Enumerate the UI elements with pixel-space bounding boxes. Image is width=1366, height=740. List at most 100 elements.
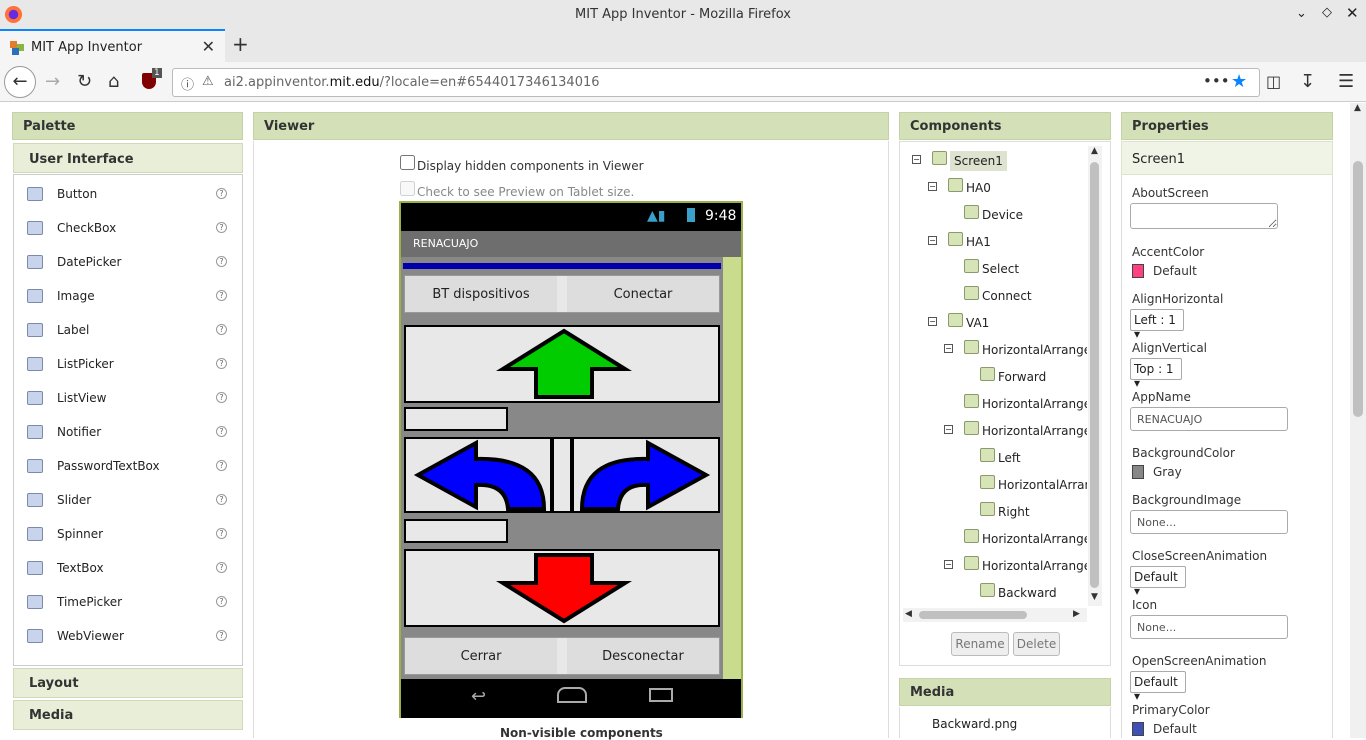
palette-item-notifier[interactable]: Notifier? xyxy=(14,415,242,449)
tree-node[interactable]: Backward xyxy=(903,581,1087,604)
palette-section-media[interactable]: Media xyxy=(13,700,243,730)
close-window-icon[interactable]: ✕ xyxy=(1346,4,1359,22)
help-icon[interactable]: ? xyxy=(216,358,227,369)
accent-color-value[interactable]: Default xyxy=(1153,264,1197,278)
hscroll-thumb[interactable] xyxy=(919,611,1027,619)
app-name-input[interactable]: RENACUAJO xyxy=(1130,407,1288,431)
minimize-icon[interactable]: ⌄ xyxy=(1296,6,1307,21)
help-icon[interactable]: ? xyxy=(216,596,227,607)
tree-node[interactable]: Right xyxy=(903,500,1087,526)
collapse-icon[interactable]: − xyxy=(928,236,937,245)
tree-node[interactable]: − HA1 xyxy=(903,230,1087,256)
scroll-left-icon[interactable]: ◀ xyxy=(905,609,912,619)
sidebar-icon[interactable]: ◫ xyxy=(1266,71,1281,93)
palette-item-timepicker[interactable]: TimePicker? xyxy=(14,585,242,619)
restore-icon[interactable]: ◇ xyxy=(1322,5,1332,20)
primary-color-value[interactable]: Default xyxy=(1153,722,1197,736)
scroll-down-icon[interactable]: ▼ xyxy=(1091,592,1098,602)
collapse-icon[interactable]: − xyxy=(928,182,937,191)
tree-node[interactable]: − Screen1 xyxy=(903,149,1087,175)
about-screen-textarea[interactable] xyxy=(1130,203,1278,229)
tree-node[interactable]: Left xyxy=(903,446,1087,472)
help-icon[interactable]: ? xyxy=(216,460,227,471)
tree-node[interactable]: − HorizontalArranger xyxy=(903,338,1087,364)
close-screen-animation-select[interactable]: Default ▾ xyxy=(1130,566,1186,598)
delete-button[interactable]: Delete xyxy=(1013,632,1060,656)
page-actions-icon[interactable]: ••• xyxy=(1203,72,1230,90)
display-hidden-checkbox[interactable] xyxy=(400,155,415,170)
bt-devices-button[interactable]: BT dispositivos Conectar xyxy=(404,275,720,313)
tree-node[interactable]: − HA0 xyxy=(903,176,1087,202)
downloads-icon[interactable]: ↧ xyxy=(1300,71,1315,93)
tree-node[interactable]: Forward xyxy=(903,365,1087,391)
collapse-icon[interactable]: − xyxy=(944,425,953,434)
page-scroll-thumb[interactable] xyxy=(1353,161,1363,417)
collapse-icon[interactable]: − xyxy=(944,560,953,569)
new-tab-icon[interactable]: + xyxy=(232,32,249,56)
info-icon[interactable]: ⓘ xyxy=(181,74,194,93)
palette-item-passwordtextbox[interactable]: PasswordTextBox? xyxy=(14,449,242,483)
accent-color-swatch[interactable] xyxy=(1132,264,1144,278)
background-image-picker[interactable]: None... xyxy=(1130,510,1288,534)
tab-app-inventor[interactable]: MIT App Inventor ✕ xyxy=(0,29,225,62)
left-image-button[interactable] xyxy=(404,437,552,513)
media-file[interactable]: Backward.png xyxy=(932,717,1017,731)
collapse-icon[interactable]: − xyxy=(928,317,937,326)
open-screen-animation-select[interactable]: Default ▾ xyxy=(1130,671,1186,703)
home-button[interactable]: ⌂ xyxy=(108,71,119,93)
tree-node[interactable]: HorizontalArranger xyxy=(903,527,1087,553)
palette-item-label[interactable]: Label? xyxy=(14,313,242,347)
palette-section-user-interface[interactable]: User Interface xyxy=(13,143,243,173)
tree-node[interactable]: − HorizontalArranger xyxy=(903,554,1087,580)
back-button[interactable]: ← xyxy=(4,66,36,98)
tree-vscroll[interactable]: ▲ ▼ xyxy=(1088,146,1102,606)
close-button[interactable]: Cerrar xyxy=(405,638,563,674)
help-icon[interactable]: ? xyxy=(216,528,227,539)
help-icon[interactable]: ? xyxy=(216,290,227,301)
tree-node[interactable]: Device xyxy=(903,203,1087,229)
page-scrollbar[interactable]: ▲ xyxy=(1350,103,1366,738)
palette-item-spinner[interactable]: Spinner? xyxy=(14,517,242,551)
disconnect-button[interactable]: Desconectar xyxy=(567,638,719,674)
palette-item-slider[interactable]: Slider? xyxy=(14,483,242,517)
page-scroll-up-icon[interactable]: ▲ xyxy=(1354,103,1361,113)
background-color-swatch[interactable] xyxy=(1132,465,1144,479)
help-icon[interactable]: ? xyxy=(216,222,227,233)
rename-button[interactable]: Rename xyxy=(951,632,1009,656)
tree-hscroll[interactable]: ◀ ▶ xyxy=(903,608,1087,622)
forward-button[interactable]: → xyxy=(45,71,60,93)
background-color-value[interactable]: Gray xyxy=(1153,465,1182,479)
palette-item-webviewer[interactable]: WebViewer? xyxy=(14,619,242,653)
collapse-icon[interactable]: − xyxy=(912,155,921,164)
palette-item-listpicker[interactable]: ListPicker? xyxy=(14,347,242,381)
align-vertical-select[interactable]: Top : 1 ▾ xyxy=(1130,358,1182,390)
tree-node[interactable]: Connect xyxy=(903,284,1087,310)
help-icon[interactable]: ? xyxy=(216,562,227,573)
menu-icon[interactable]: ☰ xyxy=(1338,71,1354,93)
collapse-icon[interactable]: − xyxy=(944,344,953,353)
palette-item-listview[interactable]: ListView? xyxy=(14,381,242,415)
help-icon[interactable]: ? xyxy=(216,256,227,267)
tree-node[interactable]: − HorizontalArranger xyxy=(903,419,1087,445)
tree-node[interactable]: HorizontalArranger xyxy=(903,392,1087,418)
tree-node[interactable]: Select xyxy=(903,257,1087,283)
help-icon[interactable]: ? xyxy=(216,188,227,199)
help-icon[interactable]: ? xyxy=(216,426,227,437)
icon-picker[interactable]: None... xyxy=(1130,615,1288,639)
vscroll-thumb[interactable] xyxy=(1090,162,1099,588)
url-bar[interactable]: ⓘ ⚠ ai2.appinventor.mit.edu/?locale=en#6… xyxy=(172,68,1260,97)
primary-color-swatch[interactable] xyxy=(1132,722,1144,736)
align-horizontal-select[interactable]: Left : 1 ▾ xyxy=(1130,309,1184,341)
help-icon[interactable]: ? xyxy=(216,630,227,641)
palette-item-datepicker[interactable]: DatePicker? xyxy=(14,245,242,279)
backward-image-button[interactable] xyxy=(404,549,720,627)
palette-item-image[interactable]: Image? xyxy=(14,279,242,313)
right-image-button[interactable] xyxy=(572,437,720,513)
tree-node[interactable]: HorizontalArran xyxy=(903,473,1087,499)
help-icon[interactable]: ? xyxy=(216,324,227,335)
close-tab-icon[interactable]: ✕ xyxy=(202,37,215,56)
scroll-right-icon[interactable]: ▶ xyxy=(1073,609,1080,619)
palette-section-layout[interactable]: Layout xyxy=(13,668,243,698)
scroll-up-icon[interactable]: ▲ xyxy=(1091,146,1098,156)
reload-button[interactable]: ↻ xyxy=(77,71,92,93)
